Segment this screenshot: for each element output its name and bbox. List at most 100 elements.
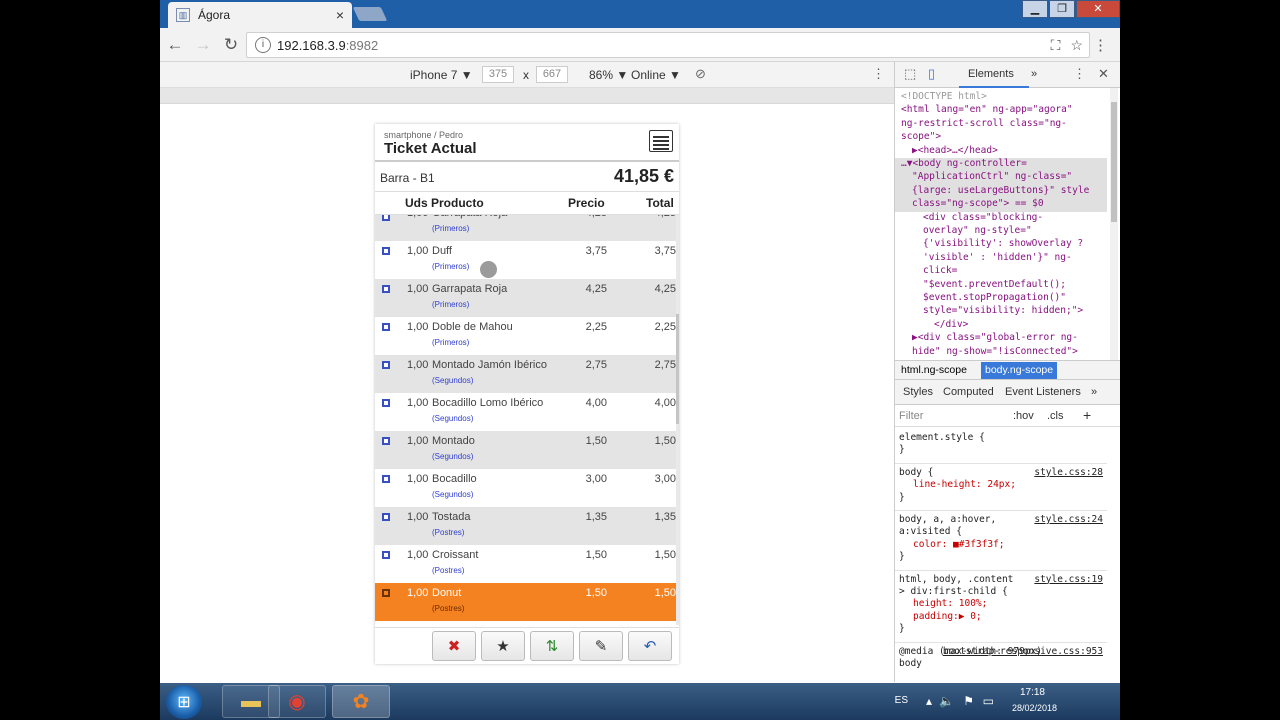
line-checkbox[interactable] [382, 247, 390, 255]
hover-state-toggle[interactable]: :hov [1013, 410, 1034, 422]
css-rule-line[interactable]: body [899, 658, 922, 670]
ticket-line-row[interactable]: 1,00 Garrapata Roja (Primeros) 4,25 4,25 [375, 215, 679, 241]
ticket-line-row[interactable]: 1,00 Donut (Postres) 1,50 1,50 [375, 583, 679, 621]
ticket-line-row[interactable]: 1,00 Duff (Primeros) 3,75 3,75 [375, 241, 679, 279]
line-checkbox[interactable] [382, 399, 390, 407]
ticket-line-row[interactable]: 1,00 Tostada (Postres) 1,35 1,35 [375, 507, 679, 545]
agora-taskbar-icon[interactable]: ✿ [332, 685, 390, 718]
tray-up-icon[interactable]: ▴ [926, 694, 932, 708]
ticket-line-row[interactable]: 1,00 Bocadillo (Segundos) 3,00 3,00 [375, 469, 679, 507]
dom-node-line[interactable]: class="ng-scope"> == $0 [912, 197, 1044, 210]
device-width-input[interactable]: 375 [482, 66, 514, 83]
bookmark-star-icon[interactable]: ☆ [1070, 37, 1083, 54]
dom-node-line[interactable]: {'visibility': showOverlay ? [923, 237, 1083, 250]
css-rule-line[interactable]: } [899, 444, 905, 456]
line-checkbox[interactable] [382, 475, 390, 483]
css-rule-line[interactable]: @media (max-width: 979px) [899, 646, 1042, 658]
tab-computed[interactable]: Computed [943, 386, 994, 398]
line-checkbox[interactable] [382, 513, 390, 521]
css-rule-line[interactable]: body, a, a:hover, [899, 514, 996, 526]
language-indicator[interactable]: ES [895, 695, 908, 706]
ticket-list-icon[interactable] [649, 130, 673, 152]
dom-node-line[interactable]: hide" ng-show="!isConnected"> [912, 345, 1078, 358]
delete-line-button[interactable]: ✖ [432, 631, 476, 661]
network-select[interactable]: Online ▼ [631, 68, 681, 82]
inspect-element-icon[interactable]: ⬚ [904, 66, 916, 82]
device-select[interactable]: iPhone 7 ▼ [410, 68, 473, 82]
ticket-line-row[interactable]: 1,00 Montado (Segundos) 1,50 1,50 [375, 431, 679, 469]
tab-styles[interactable]: Styles [903, 386, 933, 398]
devtools-menu-icon[interactable]: ⋮ [1073, 66, 1086, 82]
dom-node-line[interactable]: <div class="blocking- [923, 211, 1043, 224]
close-window-button[interactable]: ✕ [1076, 0, 1120, 18]
dom-node-line[interactable]: style="visibility: hidden;"> [923, 304, 1083, 317]
dom-node-line[interactable]: …▼<body ng-controller= [901, 157, 1027, 170]
dom-node-line[interactable]: click= [923, 264, 957, 277]
site-info-icon[interactable]: i [255, 37, 271, 53]
class-toggle[interactable]: .cls [1047, 410, 1064, 422]
line-checkbox[interactable] [382, 361, 390, 369]
dom-node-line[interactable]: "ApplicationCtrl" ng-class=" [912, 170, 1072, 183]
css-rule-line[interactable]: } [899, 551, 905, 563]
dom-node-line[interactable]: ▶<head>…</head> [912, 144, 998, 157]
new-rule-plus-icon[interactable]: + [1083, 407, 1091, 423]
device-height-input[interactable]: 667 [536, 66, 568, 83]
dom-scrollbar[interactable] [1110, 88, 1118, 360]
back-button[interactable]: ↶ [628, 631, 672, 661]
clock-date[interactable]: 28/02/2018 [1012, 703, 1057, 713]
css-rule-line[interactable]: a:visited { [899, 526, 962, 538]
css-rule-line[interactable]: body { [899, 467, 933, 479]
tab-event-listeners[interactable]: Event Listeners [1005, 386, 1081, 398]
restore-button[interactable]: ❐ [1049, 0, 1075, 18]
line-checkbox[interactable] [382, 589, 390, 597]
dom-node-line[interactable]: overlay" ng-style=" [923, 224, 1032, 237]
ticket-line-row[interactable]: 1,00 Doble de Mahou (Primeros) 2,25 2,25 [375, 317, 679, 355]
css-rule-line[interactable]: color: ■#3f3f3f; [913, 539, 1005, 551]
css-rule-line[interactable]: } [899, 623, 905, 635]
rule-source-link[interactable]: style.css:24 [1034, 514, 1103, 526]
dom-node-line[interactable]: $event.stopPropagation()" [923, 291, 1066, 304]
css-rule-line[interactable]: line-height: 24px; [913, 479, 1016, 491]
line-checkbox[interactable] [382, 323, 390, 331]
start-button[interactable]: ⊞ [166, 685, 202, 719]
edit-line-button[interactable]: ✎ [579, 631, 623, 661]
dom-node-line[interactable]: <html lang="en" ng-app="agora" [901, 103, 1073, 116]
clock-time[interactable]: 17:18 [1020, 687, 1045, 698]
line-checkbox[interactable] [382, 285, 390, 293]
line-checkbox[interactable] [382, 437, 390, 445]
dom-node-line[interactable]: <!DOCTYPE html> [901, 90, 987, 103]
chrome-taskbar-icon[interactable]: ◉ [268, 685, 326, 718]
volume-icon[interactable]: 🔈 [939, 694, 954, 708]
more-tabs-icon[interactable]: » [1031, 68, 1037, 80]
css-rule-line[interactable]: element.style { [899, 432, 985, 444]
dom-node-line[interactable]: 'visible' : 'hidden'}" ng- [923, 251, 1072, 264]
forward-arrow-icon[interactable]: → [190, 35, 216, 55]
rule-source-link[interactable]: style.css:28 [1034, 467, 1103, 479]
back-arrow-icon[interactable]: ← [162, 35, 188, 55]
transfer-line-button[interactable]: ⇅ [530, 631, 574, 661]
css-rule-line[interactable]: padding:▶ 0; [913, 611, 982, 623]
minimize-button[interactable]: ▁ [1022, 0, 1048, 18]
translate-icon[interactable]: ⛶ [1051, 37, 1061, 54]
css-rule-line[interactable]: height: 100%; [913, 598, 987, 610]
browser-menu-icon[interactable]: ⋮ [1093, 36, 1108, 54]
network-icon[interactable]: ▭ [983, 694, 994, 708]
tab-elements[interactable]: Elements [968, 68, 1014, 80]
dom-node-line[interactable]: ▶<div class="global-error ng- [912, 331, 1078, 344]
filter-input[interactable]: Filter [899, 410, 923, 422]
device-toggle-icon[interactable]: ▯ [928, 66, 935, 82]
rule-source-link[interactable]: style.css:19 [1034, 574, 1103, 586]
browser-tab[interactable]: ▥ Ágora × [168, 2, 352, 28]
dom-node-line[interactable]: {large: useLargeButtons}" style [912, 184, 1089, 197]
css-rule-line[interactable]: } [899, 492, 905, 504]
dom-node-line[interactable]: scope"> [901, 130, 941, 143]
ticket-line-row[interactable]: 1,00 Montado Jamón Ibérico (Segundos) 2,75 2… [375, 355, 679, 393]
action-center-icon[interactable]: ⚑ [963, 694, 974, 708]
crumb-body[interactable]: body.ng-scope [981, 362, 1058, 379]
crumb-html[interactable]: html.ng-scope [897, 364, 971, 376]
favorite-line-button[interactable]: ★ [481, 631, 525, 661]
line-checkbox[interactable] [382, 215, 390, 221]
dom-node-line[interactable]: </div> [934, 318, 968, 331]
css-rule-line[interactable]: html, body, .content [899, 574, 1013, 586]
tab-close-icon[interactable]: × [336, 7, 344, 23]
